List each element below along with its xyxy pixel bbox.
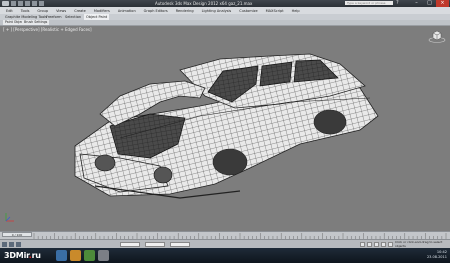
redo-icon[interactable] bbox=[39, 1, 44, 6]
taskbar-app-icon[interactable] bbox=[70, 250, 81, 261]
menu-tools[interactable]: Tools bbox=[21, 9, 30, 13]
help-icon[interactable]: ? bbox=[396, 0, 399, 7]
watermark-main: 3DMir bbox=[4, 251, 29, 260]
perspective-viewport[interactable] bbox=[0, 26, 450, 231]
undo-icon[interactable] bbox=[32, 1, 37, 6]
menu-rendering[interactable]: Rendering bbox=[176, 9, 194, 13]
selection-lock-icon[interactable] bbox=[9, 242, 14, 247]
previous-frame-icon[interactable] bbox=[367, 242, 372, 247]
viewcube-icon[interactable] bbox=[428, 29, 446, 43]
windows-taskbar: 10:42 23.08.2011 bbox=[0, 248, 450, 263]
time-slider[interactable]: 0 / 100 bbox=[2, 232, 32, 237]
menu-lighting-analysis[interactable]: Lighting Analysis bbox=[202, 9, 232, 13]
maxscript-listener-icon[interactable] bbox=[2, 242, 7, 247]
menu-edit[interactable]: Edit bbox=[6, 9, 13, 13]
watermark-tld: ru bbox=[31, 251, 41, 260]
x-coordinate-field[interactable] bbox=[120, 242, 140, 247]
menu-bar: Edit Tools Group Views Create Modifiers … bbox=[0, 7, 450, 14]
axis-tripod-icon bbox=[5, 213, 14, 222]
quick-access-toolbar bbox=[11, 1, 44, 6]
taskbar-app-icon[interactable] bbox=[84, 250, 95, 261]
next-frame-icon[interactable] bbox=[381, 242, 386, 247]
site-watermark-logo: 3DMir.ru bbox=[4, 249, 41, 262]
play-icon[interactable] bbox=[374, 242, 379, 247]
maximize-button[interactable]: □ bbox=[423, 0, 436, 7]
menu-create[interactable]: Create bbox=[74, 9, 86, 13]
menu-views[interactable]: Views bbox=[56, 9, 66, 13]
menu-modifiers[interactable]: Modifiers bbox=[94, 9, 110, 13]
menu-graph-editors[interactable]: Graph Editors bbox=[144, 9, 168, 13]
title-bar: Autodesk 3ds Max Design 2012 x64 gaz_21.… bbox=[0, 0, 450, 7]
go-to-start-icon[interactable] bbox=[360, 242, 365, 247]
car-wireframe-model[interactable] bbox=[0, 26, 450, 231]
panel-brush-settings[interactable]: Brush Settings bbox=[22, 20, 50, 25]
minimize-button[interactable]: – bbox=[410, 0, 423, 7]
close-button[interactable]: × bbox=[436, 0, 449, 7]
taskbar-app-icon[interactable] bbox=[98, 250, 109, 261]
status-prompt: Click or click-and-drag to select object… bbox=[395, 240, 443, 248]
viewport-label[interactable]: [ + ] [Perspective] [Realistic + Edged F… bbox=[3, 27, 92, 32]
new-file-icon[interactable] bbox=[11, 1, 16, 6]
save-file-icon[interactable] bbox=[25, 1, 30, 6]
search-input[interactable]: Type a keyword or phrase bbox=[345, 1, 393, 5]
open-file-icon[interactable] bbox=[18, 1, 23, 6]
status-icons bbox=[2, 242, 21, 247]
menu-help[interactable]: Help bbox=[292, 9, 300, 13]
z-coordinate-field[interactable] bbox=[170, 242, 190, 247]
taskbar-app-icon[interactable] bbox=[56, 250, 67, 261]
clock-date: 23.08.2011 bbox=[426, 255, 447, 259]
menu-group[interactable]: Group bbox=[37, 9, 48, 13]
go-to-end-icon[interactable] bbox=[388, 242, 393, 247]
isolate-selection-icon[interactable] bbox=[16, 242, 21, 247]
menu-customize[interactable]: Customize bbox=[239, 9, 257, 13]
menu-maxscript[interactable]: MAXScript bbox=[266, 9, 284, 13]
window-title: Autodesk 3ds Max Design 2012 x64 gaz_21.… bbox=[155, 1, 253, 6]
menu-animation[interactable]: Animation bbox=[118, 9, 136, 13]
y-coordinate-field[interactable] bbox=[145, 242, 165, 247]
system-clock[interactable]: 10:42 23.08.2011 bbox=[425, 250, 447, 260]
app-menu-icon[interactable] bbox=[2, 1, 9, 6]
playback-controls bbox=[360, 242, 393, 247]
